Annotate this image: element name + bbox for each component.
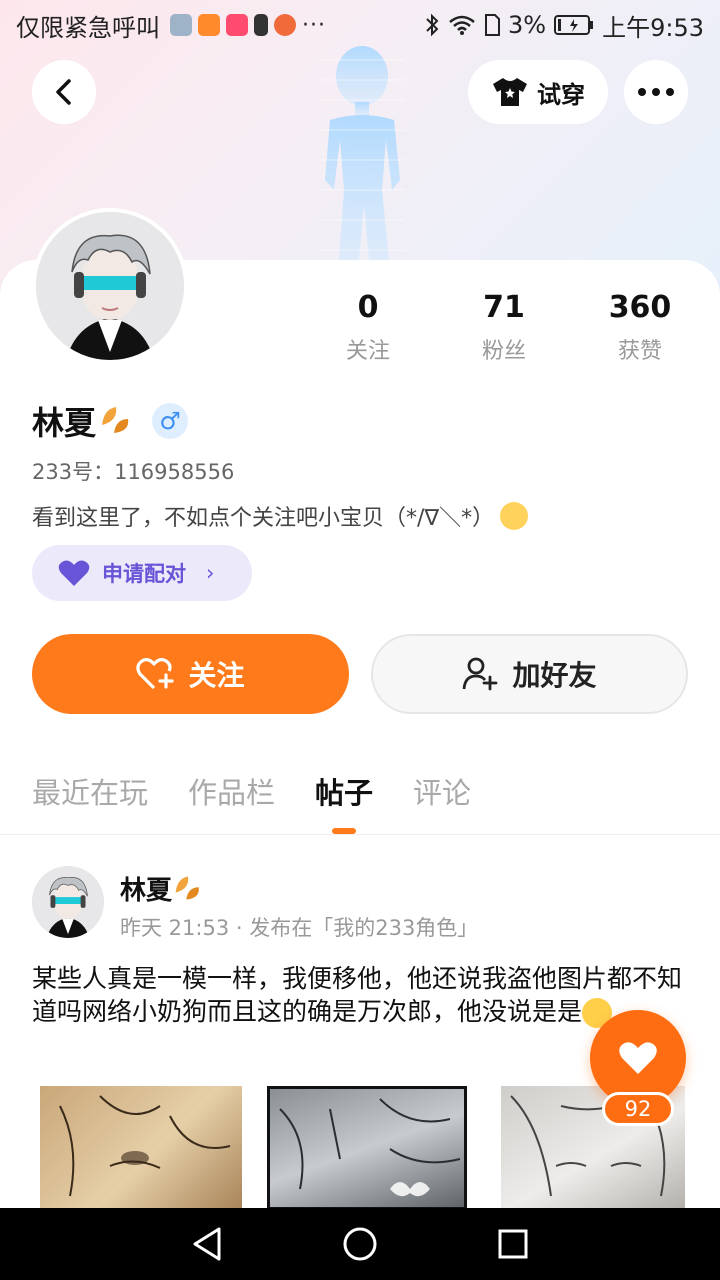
heart-icon xyxy=(619,1042,657,1074)
kiss-emoji-icon xyxy=(500,502,529,530)
sim-icon xyxy=(485,14,501,36)
user-bio: 看到这里了，不如点个关注吧小宝贝（*/∇＼*） xyxy=(32,500,529,532)
carrier-text: 仅限紧急呼叫 xyxy=(16,13,160,42)
add-user-icon xyxy=(463,657,498,691)
tab-comments[interactable]: 评论 xyxy=(413,770,471,816)
follow-label: 关注 xyxy=(188,659,245,692)
add-friend-label: 加好友 xyxy=(512,659,597,692)
profile-tabs: 最近在玩 作品栏 帖子 评论 xyxy=(32,770,471,834)
sketch-drawing xyxy=(59,1095,231,1197)
profile-stats: 0 关注 71 粉丝 360 获赞 xyxy=(300,290,710,365)
try-on-button[interactable]: 试穿 xyxy=(468,60,608,124)
stat-value: 71 xyxy=(483,290,525,325)
battery-percent: 3% xyxy=(508,11,547,39)
more-notifications-icon: ··· xyxy=(302,12,326,38)
tshirt-icon xyxy=(493,78,527,106)
nav-back-button[interactable] xyxy=(177,1214,237,1274)
tabs-divider xyxy=(0,834,720,835)
circle-home-icon xyxy=(343,1227,377,1261)
triangle-back-icon xyxy=(193,1227,221,1261)
like-count: 92 xyxy=(602,1092,674,1126)
post-text[interactable]: 某些人真是一模一样，我便移他，他还说我盗他图片都不知道吗网络小奶狗而且这的确是万… xyxy=(32,962,692,1028)
app-notification-icon xyxy=(226,14,248,36)
bio-text: 看到这里了，不如点个关注吧小宝贝（*/∇＼*） xyxy=(32,506,495,531)
square-recents-icon xyxy=(498,1229,528,1259)
avatar-illustration xyxy=(36,212,184,360)
stat-label: 粉丝 xyxy=(481,339,526,364)
sketch-drawing xyxy=(279,1098,461,1197)
game-notification-icon xyxy=(274,14,296,36)
username-row: 林夏 ♂ xyxy=(32,398,189,444)
alert-icon xyxy=(254,14,268,36)
tab-posts[interactable]: 帖子 xyxy=(315,770,373,834)
post-image[interactable] xyxy=(40,1086,242,1210)
chevron-right-icon: › xyxy=(206,561,215,585)
nav-home-button[interactable] xyxy=(330,1214,390,1274)
post-meta: 昨天 21:53 · 发布在「我的233角色」 xyxy=(120,916,479,940)
app-notification-icon xyxy=(198,14,220,36)
tab-works[interactable]: 作品栏 xyxy=(188,770,275,816)
heart-icon xyxy=(58,560,90,586)
profile-avatar[interactable] xyxy=(32,208,188,364)
username: 林夏 xyxy=(32,404,97,442)
nav-recents-button[interactable] xyxy=(483,1214,543,1274)
apply-match-button[interactable]: 申请配对 › xyxy=(32,545,252,601)
try-on-label: 试穿 xyxy=(537,80,585,109)
leaf-badge-icon xyxy=(175,876,199,900)
wifi-icon xyxy=(449,15,475,35)
more-options-button[interactable] xyxy=(624,60,688,124)
post-author-avatar[interactable] xyxy=(32,866,104,938)
stat-likes[interactable]: 360 获赞 xyxy=(572,290,708,365)
stat-followers[interactable]: 71 粉丝 xyxy=(436,290,572,365)
avatar-illustration xyxy=(32,866,104,938)
tab-recently-played[interactable]: 最近在玩 xyxy=(32,770,148,816)
stat-label: 获赞 xyxy=(617,339,662,364)
stat-value: 360 xyxy=(608,290,672,325)
post-author-row[interactable]: 林夏 xyxy=(120,870,204,907)
app-notification-icon xyxy=(170,14,192,36)
avatar-hologram xyxy=(320,46,405,270)
more-dots-icon xyxy=(638,88,674,96)
post-image[interactable] xyxy=(267,1086,467,1210)
leaf-badge-icon xyxy=(102,407,129,433)
back-button[interactable] xyxy=(32,60,96,124)
chevron-left-icon xyxy=(56,79,71,105)
stat-label: 关注 xyxy=(345,339,390,364)
apply-match-label: 申请配对 xyxy=(102,562,186,586)
stat-value: 0 xyxy=(357,290,379,325)
user-id: 233号：116958556 xyxy=(32,460,235,484)
heart-plus-icon xyxy=(136,657,175,690)
post-author-name: 林夏 xyxy=(120,876,173,906)
bluetooth-icon xyxy=(426,13,439,37)
stat-following[interactable]: 0 关注 xyxy=(300,290,436,365)
add-friend-button[interactable]: 加好友 xyxy=(371,634,688,714)
gender-male-icon: ♂ xyxy=(152,403,189,439)
system-nav-bar xyxy=(0,1208,720,1280)
follow-button[interactable]: 关注 xyxy=(32,634,349,714)
status-bar: 仅限紧急呼叫 ··· 3% 上午9:53 xyxy=(0,0,720,50)
battery-icon xyxy=(554,15,594,35)
clock: 上午9:53 xyxy=(602,13,704,42)
